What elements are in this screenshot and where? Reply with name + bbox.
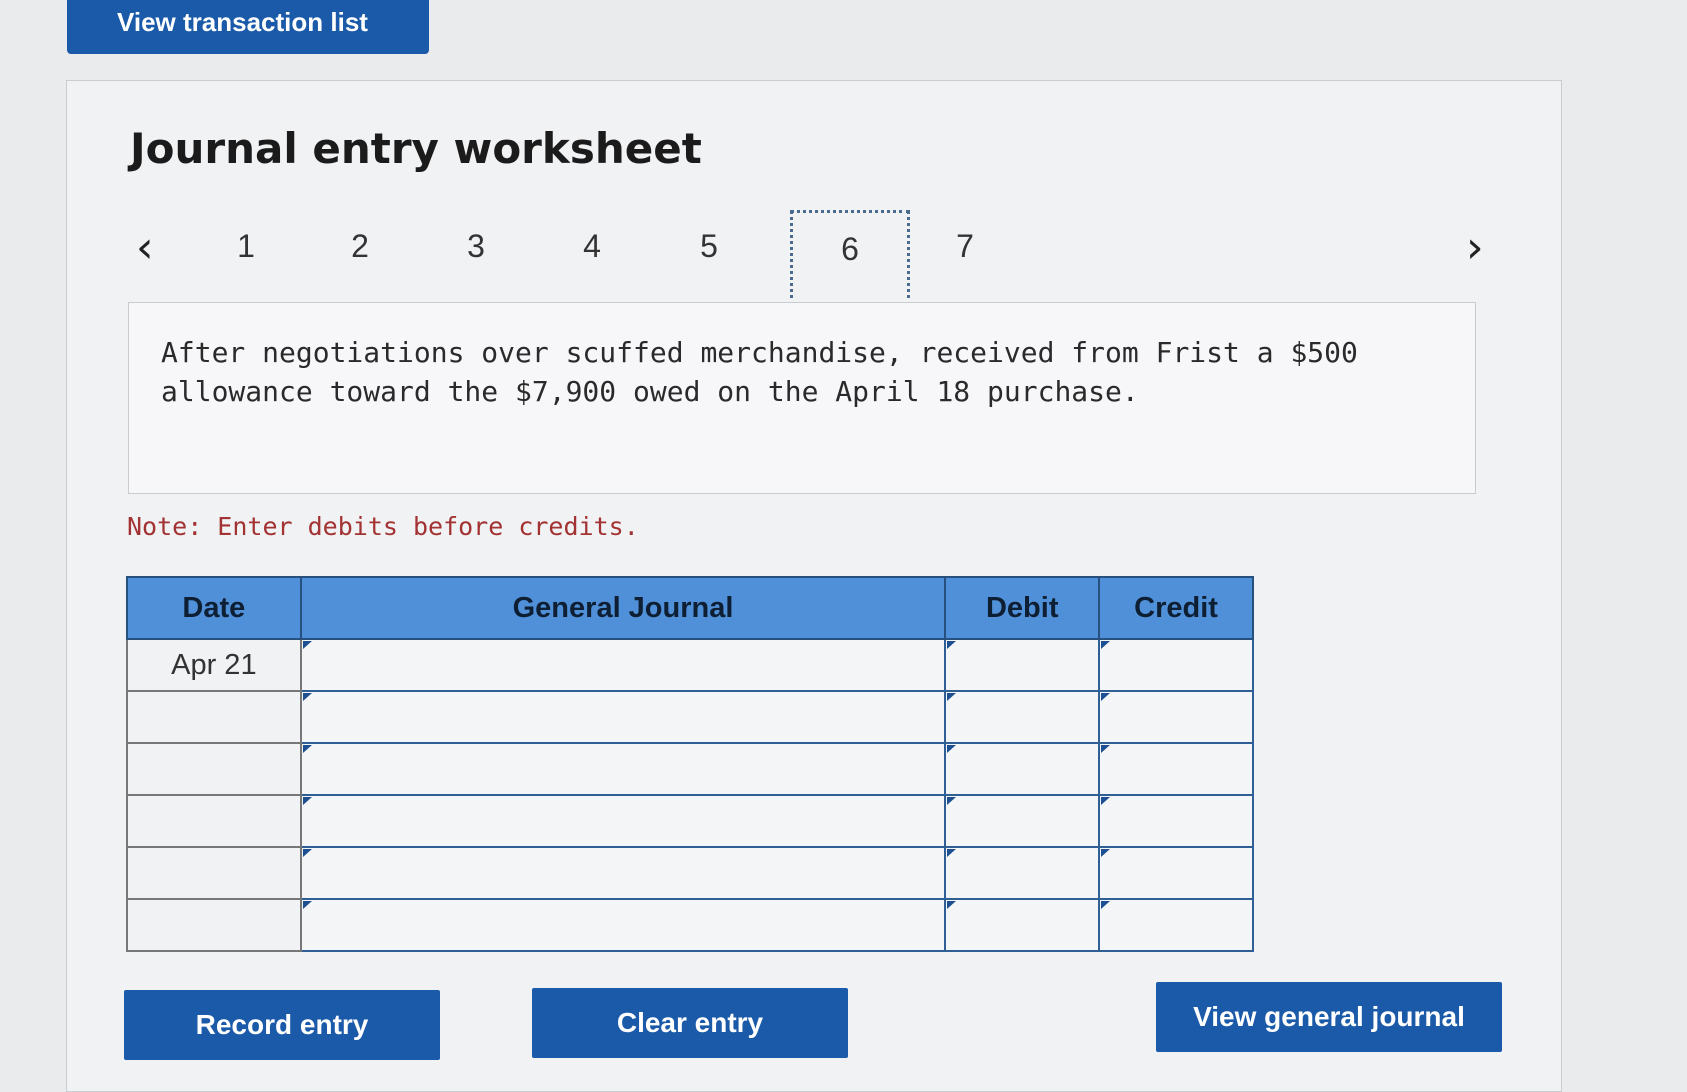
account-input[interactable] bbox=[301, 796, 945, 846]
dropdown-marker-icon bbox=[947, 641, 957, 649]
account-cell[interactable] bbox=[299, 690, 947, 744]
dropdown-marker-icon bbox=[947, 849, 957, 857]
dropdown-marker-icon bbox=[302, 745, 312, 753]
chevron-left-icon[interactable]: ‹ bbox=[136, 226, 154, 270]
date-cell bbox=[126, 690, 302, 744]
credit-cell[interactable] bbox=[1098, 742, 1254, 796]
table-row: Apr 21 bbox=[126, 638, 1254, 692]
column-header-debit: Debit bbox=[944, 576, 1101, 640]
debit-cell[interactable] bbox=[944, 898, 1101, 952]
page-tab-7[interactable]: 7 bbox=[910, 210, 1020, 306]
view-general-journal-button[interactable]: View general journal bbox=[1156, 982, 1502, 1052]
column-header-date: Date bbox=[126, 576, 302, 640]
dropdown-marker-icon bbox=[302, 641, 312, 649]
dropdown-marker-icon bbox=[302, 849, 312, 857]
account-cell[interactable] bbox=[299, 742, 947, 796]
debit-input[interactable] bbox=[946, 744, 1099, 794]
debit-cell[interactable] bbox=[944, 742, 1101, 796]
credit-cell[interactable] bbox=[1098, 690, 1254, 744]
column-header-credit: Credit bbox=[1098, 576, 1254, 640]
column-header-general-journal: General Journal bbox=[299, 576, 947, 640]
dropdown-marker-icon bbox=[1101, 797, 1111, 805]
credit-cell[interactable] bbox=[1098, 638, 1254, 692]
page-title: Journal entry worksheet bbox=[130, 124, 702, 173]
credit-input[interactable] bbox=[1100, 640, 1252, 690]
journal-entry-table: Date General Journal Debit Credit Apr 21 bbox=[126, 576, 1254, 952]
date-cell bbox=[126, 898, 302, 952]
dropdown-marker-icon bbox=[947, 693, 957, 701]
credit-cell[interactable] bbox=[1098, 846, 1254, 900]
credit-input[interactable] bbox=[1100, 796, 1252, 846]
table-row bbox=[126, 690, 1254, 744]
worksheet-pager: ‹ 1 2 3 4 5 6 7 › bbox=[130, 210, 1500, 310]
credit-input[interactable] bbox=[1100, 692, 1252, 742]
dropdown-marker-icon bbox=[1101, 901, 1111, 909]
dropdown-marker-icon bbox=[947, 745, 957, 753]
credit-input[interactable] bbox=[1100, 900, 1252, 950]
date-cell: Apr 21 bbox=[126, 638, 302, 692]
dropdown-marker-icon bbox=[1101, 693, 1111, 701]
dropdown-marker-icon bbox=[302, 797, 312, 805]
account-input[interactable] bbox=[301, 900, 945, 950]
dropdown-marker-icon bbox=[1101, 641, 1111, 649]
date-cell bbox=[126, 742, 302, 796]
account-cell[interactable] bbox=[299, 638, 947, 692]
debit-cell[interactable] bbox=[944, 690, 1101, 744]
dropdown-marker-icon bbox=[1101, 849, 1111, 857]
dropdown-marker-icon bbox=[947, 797, 957, 805]
table-header-row: Date General Journal Debit Credit bbox=[126, 576, 1254, 640]
dropdown-marker-icon bbox=[947, 901, 957, 909]
date-cell bbox=[126, 794, 302, 848]
date-cell bbox=[126, 846, 302, 900]
record-entry-button[interactable]: Record entry bbox=[124, 990, 440, 1060]
account-input[interactable] bbox=[301, 692, 945, 742]
debit-cell[interactable] bbox=[944, 846, 1101, 900]
debit-cell[interactable] bbox=[944, 794, 1101, 848]
page-tab-1[interactable]: 1 bbox=[191, 210, 301, 306]
account-cell[interactable] bbox=[299, 898, 947, 952]
view-transaction-list-button[interactable]: View transaction list bbox=[67, 0, 429, 54]
account-input[interactable] bbox=[301, 640, 945, 690]
account-cell[interactable] bbox=[299, 794, 947, 848]
account-input[interactable] bbox=[301, 744, 945, 794]
debit-input[interactable] bbox=[946, 692, 1099, 742]
debit-input[interactable] bbox=[946, 900, 1099, 950]
debit-cell[interactable] bbox=[944, 638, 1101, 692]
page-tab-2[interactable]: 2 bbox=[305, 210, 415, 306]
dropdown-marker-icon bbox=[1101, 745, 1111, 753]
table-row bbox=[126, 846, 1254, 900]
debit-input[interactable] bbox=[946, 796, 1099, 846]
page-tab-6[interactable]: 6 bbox=[790, 210, 910, 306]
clear-entry-button[interactable]: Clear entry bbox=[532, 988, 848, 1058]
dropdown-marker-icon bbox=[302, 693, 312, 701]
instruction-note: Note: Enter debits before credits. bbox=[127, 512, 639, 541]
debit-input[interactable] bbox=[946, 848, 1099, 898]
debit-input[interactable] bbox=[946, 640, 1099, 690]
chevron-right-icon[interactable]: › bbox=[1466, 226, 1484, 270]
dropdown-marker-icon bbox=[302, 901, 312, 909]
table-row bbox=[126, 742, 1254, 796]
page-tab-5[interactable]: 5 bbox=[654, 210, 764, 306]
credit-cell[interactable] bbox=[1098, 794, 1254, 848]
credit-input[interactable] bbox=[1100, 744, 1252, 794]
transaction-description: After negotiations over scuffed merchand… bbox=[128, 302, 1476, 494]
credit-cell[interactable] bbox=[1098, 898, 1254, 952]
table-row bbox=[126, 898, 1254, 952]
account-input[interactable] bbox=[301, 848, 945, 898]
table-row bbox=[126, 794, 1254, 848]
credit-input[interactable] bbox=[1100, 848, 1252, 898]
page-tab-3[interactable]: 3 bbox=[421, 210, 531, 306]
page-tab-4[interactable]: 4 bbox=[537, 210, 647, 306]
account-cell[interactable] bbox=[299, 846, 947, 900]
